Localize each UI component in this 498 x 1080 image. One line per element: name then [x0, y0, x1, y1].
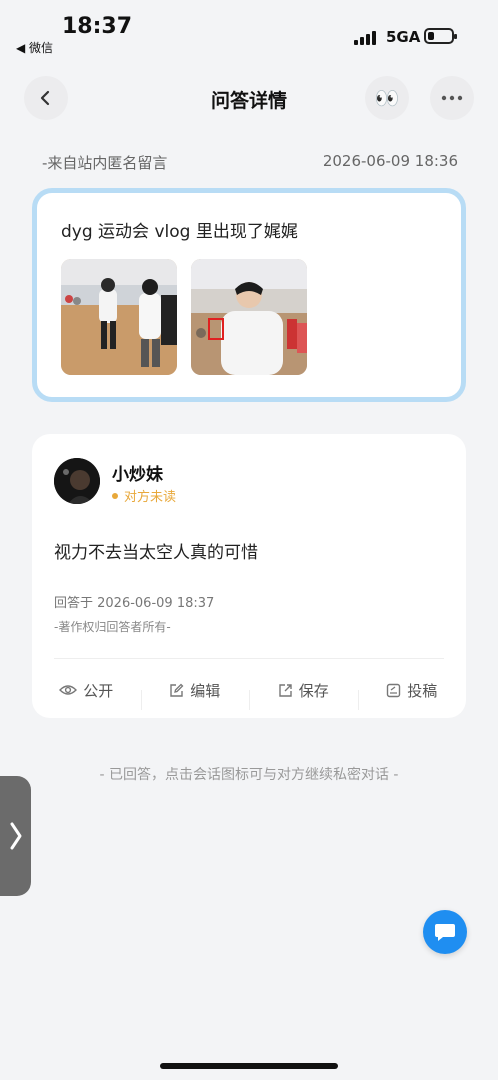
answer-text: 视力不去当太空人真的可惜 — [54, 543, 258, 563]
edit-button[interactable]: 编辑 — [140, 680, 250, 710]
answer-card: 小炒妹 对方未读 视力不去当太空人真的可惜 回答于 2026-06-09 18:… — [32, 434, 466, 718]
submit-icon — [387, 683, 401, 697]
save-button[interactable]: 保存 — [249, 680, 358, 710]
save-button-label: 保存 — [298, 681, 329, 700]
public-button-label: 公开 — [83, 681, 114, 700]
more-dots-icon — [441, 95, 463, 101]
status-dot-icon — [112, 492, 118, 499]
more-button[interactable] — [430, 76, 474, 120]
public-button[interactable]: 公开 — [32, 680, 141, 701]
battery-icon — [424, 28, 457, 44]
question-card: dyg 运动会 vlog 里出现了娓娓 — [32, 188, 466, 402]
status-bar: 18:37 ◀ 微信 5GA — [0, 0, 498, 62]
photo-thumbnail-icon — [61, 259, 177, 375]
question-time: 2026-06-09 18:36 — [322, 152, 458, 170]
copyright-note: -著作权归回答者所有- — [54, 620, 171, 634]
read-status: 对方未读 — [112, 486, 176, 505]
eyes-button[interactable]: 👀 — [365, 76, 409, 120]
home-indicator — [160, 1063, 338, 1069]
question-image-2[interactable] — [191, 259, 307, 375]
network-type: 5GA — [386, 28, 421, 46]
status-time: 18:37 — [62, 14, 133, 39]
submit-button-label: 投稿 — [407, 681, 438, 700]
eye-icon — [59, 685, 78, 695]
question-meta: -来自站内匿名留言 2026-06-09 18:36 — [42, 152, 458, 173]
chat-bubble-icon — [435, 924, 455, 941]
submit-button[interactable]: 投稿 — [357, 680, 467, 710]
nav-bar: 问答详情 👀 — [0, 62, 498, 138]
share-icon — [279, 683, 292, 697]
edit-icon — [170, 683, 184, 697]
answer-actions: 公开 编辑 保存 投稿 — [32, 668, 466, 712]
chevron-right-icon — [10, 822, 21, 850]
signal-icon — [354, 29, 376, 45]
edit-button-label: 编辑 — [190, 681, 221, 700]
read-status-label: 对方未读 — [124, 490, 177, 505]
answerer-name: 小炒妹 — [112, 465, 163, 485]
photo-thumbnail-icon — [191, 259, 307, 375]
divider — [54, 658, 444, 659]
avatar-image-icon — [54, 458, 100, 504]
back-to-app-link[interactable]: ◀ 微信 — [16, 39, 53, 56]
avatar[interactable] — [54, 458, 100, 504]
eyes-emoji-icon: 👀 — [374, 86, 400, 110]
question-text: dyg 运动会 vlog 里出现了娓娓 — [61, 222, 298, 242]
footer-hint: - 已回答，点击会话图标可与对方继续私密对话 - — [99, 767, 399, 783]
question-image-1[interactable] — [61, 259, 177, 375]
answer-time: 回答于 2026-06-09 18:37 — [54, 596, 215, 611]
side-drawer-handle[interactable] — [0, 776, 31, 896]
chat-button[interactable] — [423, 910, 467, 954]
page-title: 问答详情 — [210, 90, 287, 112]
question-source: -来自站内匿名留言 — [42, 154, 168, 172]
